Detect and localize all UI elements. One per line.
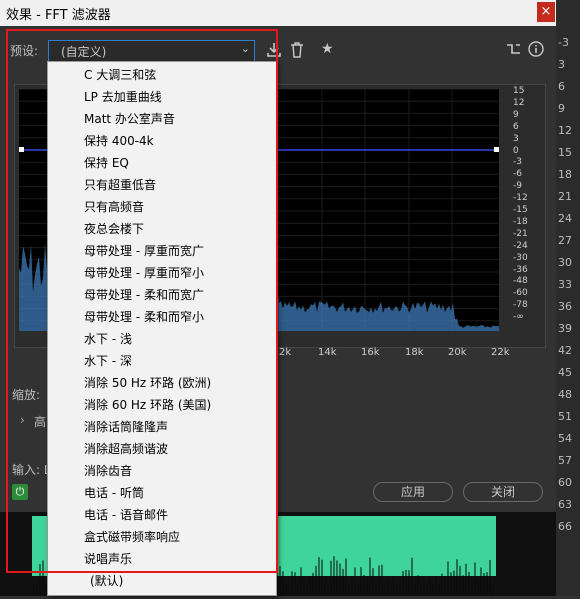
preset-menu-item[interactable]: 水下 - 深 — [84, 350, 132, 372]
background-scale-label: 60 — [558, 476, 572, 489]
background-scale-label: 45 — [558, 366, 572, 379]
preset-menu-item[interactable]: 消除齿音 — [84, 460, 132, 482]
frequency-tick-label: 18k — [405, 347, 424, 358]
db-tick-label: 3 — [513, 133, 519, 144]
preset-menu-item[interactable]: 消除话筒隆隆声 — [84, 416, 168, 438]
advanced-label[interactable]: 高 — [34, 413, 46, 430]
background-scale-label: 39 — [558, 322, 572, 335]
background-scale-label: 6 — [558, 80, 565, 93]
db-tick-label: -∞ — [513, 312, 524, 323]
preset-menu-item[interactable]: 消除 60 Hz 环路 (美国) — [84, 394, 211, 416]
delete-preset-icon[interactable] — [290, 42, 304, 62]
preset-menu-item[interactable]: 消除 50 Hz 环路 (欧洲) — [84, 372, 211, 394]
background-scale-label: 33 — [558, 278, 572, 291]
db-tick-label: -9 — [513, 181, 522, 192]
background-scale-label: 51 — [558, 410, 572, 423]
preset-menu-item[interactable]: 母带处理 - 柔和而宽广 — [84, 284, 204, 306]
db-tick-label: 0 — [513, 145, 519, 156]
preset-menu-item[interactable]: 只有高频音 — [84, 196, 144, 218]
db-tick-label: -60 — [513, 288, 528, 299]
apply-button[interactable]: 应用 — [373, 482, 453, 502]
preset-menu-item[interactable]: 母带处理 - 厚重而窄小 — [84, 262, 204, 284]
db-tick-label: 6 — [513, 121, 519, 132]
preset-menu-item[interactable]: Matt 办公室声音 — [84, 108, 175, 130]
preset-menu-item[interactable]: 只有超重低音 — [84, 174, 156, 196]
close-button[interactable]: 关闭 — [463, 482, 543, 502]
curve-handle-left — [19, 147, 24, 152]
routing-icon[interactable] — [506, 42, 522, 60]
frequency-tick-label: 14k — [318, 347, 337, 358]
power-toggle-icon[interactable]: ⏻ — [12, 484, 28, 500]
curve-handle-right — [494, 147, 499, 152]
db-tick-label: -36 — [513, 264, 528, 275]
preset-menu-item[interactable]: 保持 EQ — [84, 152, 129, 174]
preset-menu-item[interactable]: 母带处理 - 厚重而宽广 — [84, 240, 204, 262]
background-scale-label: 18 — [558, 168, 572, 181]
close-window-button[interactable]: × — [537, 2, 555, 22]
background-scale-label: 24 — [558, 212, 572, 225]
background-scale-label: 66 — [558, 520, 572, 533]
background-scale-label: 15 — [558, 146, 572, 159]
preset-menu-item[interactable]: 电话 - 听筒 — [84, 482, 144, 504]
title-bar: 效果 - FFT 滤波器 × — [0, 0, 580, 26]
save-preset-icon[interactable] — [266, 42, 282, 62]
background-scale-label: 48 — [558, 388, 572, 401]
db-tick-label: -21 — [513, 228, 528, 239]
preset-menu-item[interactable]: 盒式磁带频率响应 — [84, 526, 180, 548]
frequency-tick-label: 16k — [361, 347, 380, 358]
preset-menu-item[interactable]: 水下 - 浅 — [84, 328, 132, 350]
db-tick-label: -78 — [513, 300, 528, 311]
background-scale-label: -3 — [558, 36, 569, 49]
preset-menu-item[interactable]: 消除超高频谐波 — [84, 438, 168, 460]
frequency-tick-label: 20k — [448, 347, 467, 358]
preset-menu-item[interactable]: 电话 - 语音邮件 — [84, 504, 168, 526]
preset-menu-item[interactable]: LP 去加重曲线 — [84, 86, 162, 108]
preset-menu-item[interactable]: 保持 400-4k — [84, 130, 154, 152]
db-tick-label: -18 — [513, 216, 528, 227]
background-scale-label: 42 — [558, 344, 572, 357]
background-scale-label: 57 — [558, 454, 572, 467]
background-scale-label: 27 — [558, 234, 572, 247]
db-tick-label: 15 — [513, 86, 525, 96]
window-title: 效果 - FFT 滤波器 — [6, 8, 111, 23]
db-tick-label: -30 — [513, 252, 528, 263]
preset-dropdown-list[interactable]: C 大调三和弦 LP 去加重曲线 Matt 办公室声音 保持 400-4k 保持 EQ 只… — [47, 61, 277, 596]
db-tick-label: 9 — [513, 109, 519, 120]
db-tick-label: -6 — [513, 169, 522, 180]
preset-label: 预设: — [10, 44, 39, 58]
frequency-tick-label: 2k — [279, 347, 292, 358]
preset-menu-item[interactable]: 母带处理 - 柔和而窄小 — [84, 306, 204, 328]
db-tick-label: -12 — [513, 193, 528, 204]
background-scale-label: 63 — [558, 498, 572, 511]
preset-select[interactable]: (自定义) ⌄ — [48, 40, 255, 62]
info-icon[interactable] — [528, 41, 544, 61]
background-scale-label: 54 — [558, 432, 572, 445]
background-scale-label: 36 — [558, 300, 572, 313]
expand-chevron-icon[interactable]: › — [20, 413, 25, 427]
preset-menu-item[interactable]: (默认) — [90, 570, 123, 592]
db-tick-label: 12 — [513, 97, 525, 108]
input-label: 输入: L — [12, 463, 51, 477]
db-tick-label: -24 — [513, 240, 528, 251]
preset-value: (自定义) — [61, 45, 107, 59]
background-scale-label: 21 — [558, 190, 572, 203]
background-scale-label: 3 — [558, 58, 565, 71]
db-tick-label: -15 — [513, 205, 528, 215]
frequency-tick-label: 22k — [491, 347, 510, 358]
background-scale-label: 30 — [558, 256, 572, 269]
zoom-label: 缩放: — [12, 388, 41, 402]
db-tick-label: -48 — [513, 276, 528, 287]
background-scale-label: 12 — [558, 124, 572, 137]
favorite-star-icon[interactable]: ★ — [321, 41, 334, 57]
preset-menu-item[interactable]: 说唱声乐 — [84, 548, 132, 570]
preset-menu-item[interactable]: 夜总会楼下 — [84, 218, 144, 240]
preset-menu-item[interactable]: C 大调三和弦 — [84, 64, 156, 86]
background-window-strip: -3 3 6 9 12 15 18 21 24 27 30 33 36 39 42 45 48 51 54 57 60 6… — [556, 0, 580, 596]
chevron-down-icon: ⌄ — [240, 42, 250, 55]
background-scale-label: 9 — [558, 102, 565, 115]
db-tick-label: -3 — [513, 157, 522, 168]
